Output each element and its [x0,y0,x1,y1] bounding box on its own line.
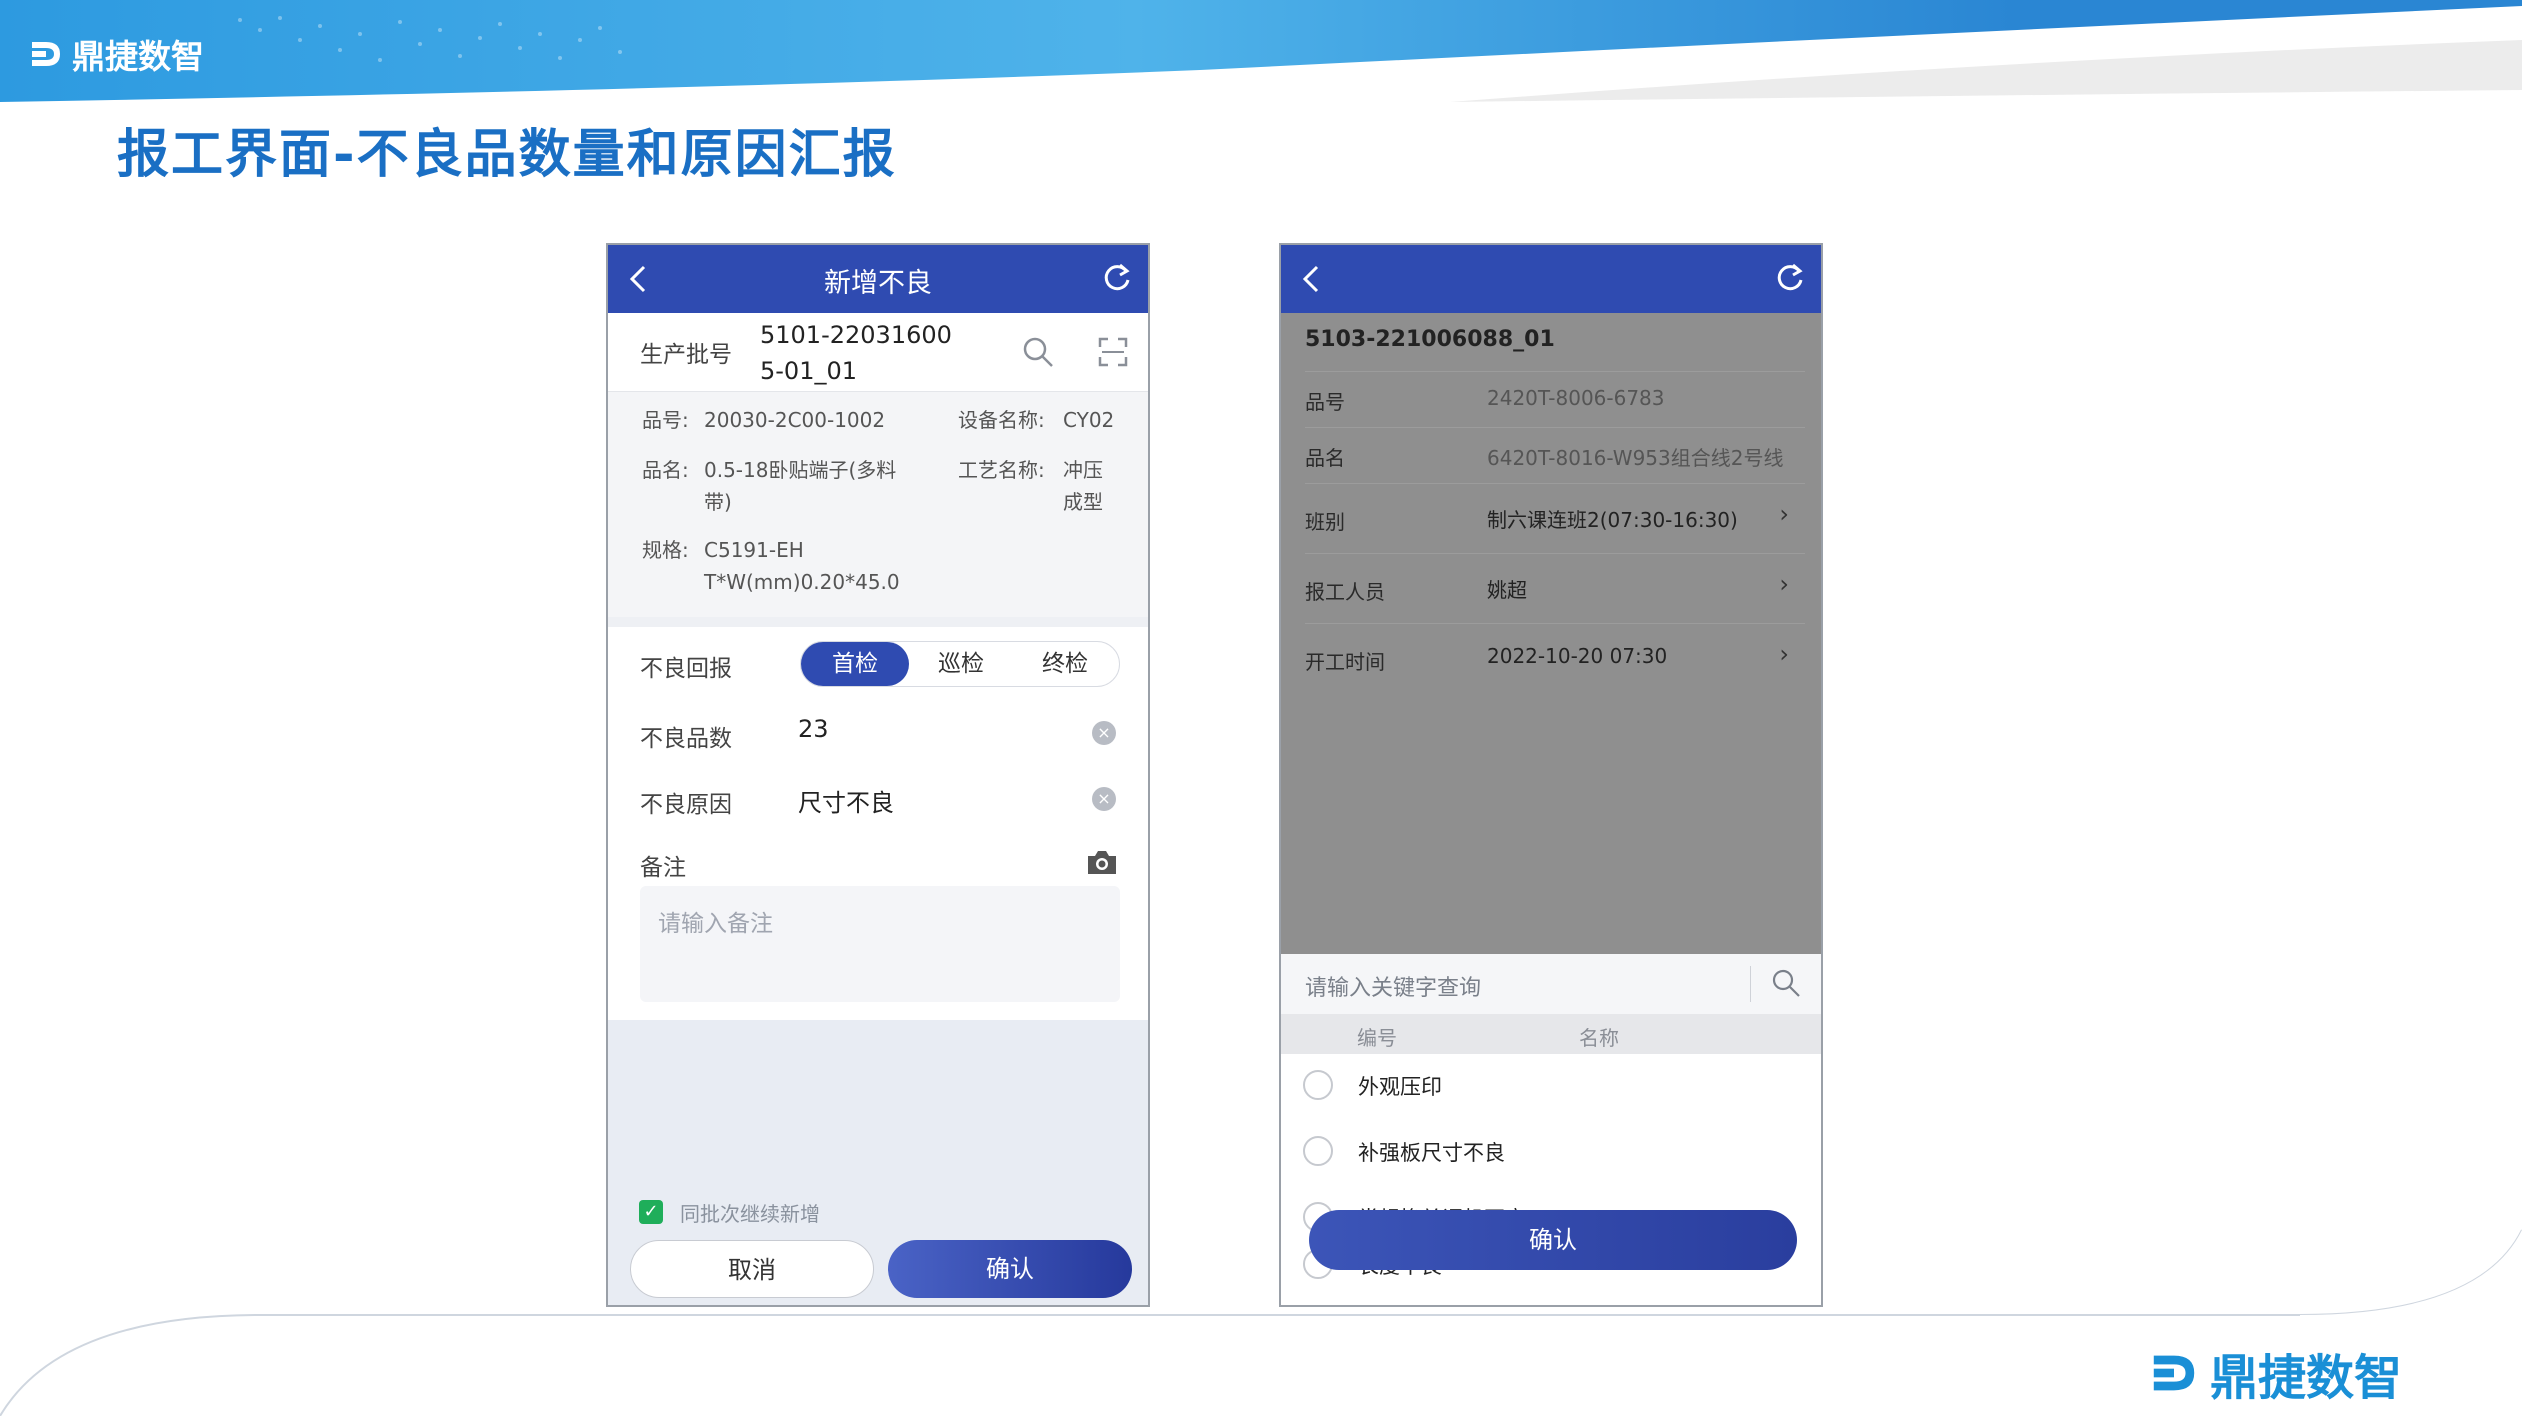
info-row-reporter[interactable]: 报工人员 姚超 › [1305,553,1805,624]
defect-reason-input[interactable]: 尺寸不良 [798,783,894,818]
defect-qty-row: 不良品数 23 × [608,699,1148,766]
radio-button[interactable] [1303,1070,1333,1100]
info-value: 制六课连班2(07:30-16:30) [1487,508,1738,532]
batch-value[interactable]: 5101-220316005-01_01 [760,317,960,389]
part-name-label: 品名: [642,458,689,482]
part-no-value: 20030-2C00-1002 [704,408,886,432]
slide-title: 报工界面-不良品数量和原因汇报 [117,125,897,185]
item-info-panel: 品号: 20030-2C00-1002 设备名称: CY02 品名: 0.5-1… [608,392,1148,617]
info-key: 品号 [1305,390,1345,414]
top-banner [0,0,2522,102]
defect-qty-label: 不良品数 [640,726,732,752]
info-row-shift[interactable]: 班别 制六课连班2(07:30-16:30) › [1305,483,1805,554]
camera-icon[interactable] [1086,848,1118,876]
chevron-right-icon: › [1779,640,1789,668]
info-key: 报工人员 [1305,580,1385,604]
segment-first-inspection[interactable]: 首检 [801,642,909,686]
batch-row: 生产批号 5101-220316005-01_01 [608,313,1148,392]
batch-label: 生产批号 [640,342,732,368]
reason-name: 外观压印 [1358,1075,1442,1099]
device-label: 设备名称: [958,408,1045,432]
col-name: 名称 [1579,1026,1619,1050]
info-key: 班别 [1305,510,1345,534]
remark-textarea[interactable]: 请输入备注 [640,886,1120,1002]
remark-placeholder: 请输入备注 [658,911,773,937]
remark-section: 备注 请输入备注 [608,830,1148,1010]
clear-icon[interactable]: × [1092,721,1116,745]
info-row-part-no: 品号 2420T-8006-6783 [1305,371,1805,428]
device-value: CY02 [1063,408,1115,432]
refresh-icon[interactable] [1100,261,1134,295]
list-item[interactable]: 外观压印 [1281,1054,1821,1120]
brand-mark-icon [32,42,60,66]
defect-reason-label: 不良原因 [640,792,732,818]
chevron-right-icon: › [1779,570,1789,598]
info-key: 品名 [1305,446,1345,470]
radio-button[interactable] [1303,1136,1333,1166]
remark-label: 备注 [640,855,686,881]
info-value: 2022-10-20 07:30 [1487,644,1668,668]
inspection-type-segment: 首检 巡检 终检 [800,641,1120,687]
clear-icon[interactable]: × [1092,787,1116,811]
reason-name: 补强板尺寸不良 [1358,1141,1505,1165]
info-value: 姚超 [1487,578,1527,602]
part-no-label: 品号: [642,408,689,432]
phone-add-defect: 新增不良 生产批号 5101-220316005-01_01 品号: 20030… [606,243,1150,1307]
scan-icon[interactable] [1098,337,1128,367]
nav-bar: 新增不良 [608,245,1148,313]
segment-patrol-inspection[interactable]: 巡检 [909,642,1013,686]
defect-reason-row: 不良原因 尺寸不良 × [608,765,1148,832]
brand-logo-bottom: 鼎捷数智 [2148,1338,2402,1408]
nav-bar [1281,245,1821,313]
process-value: 冲压成型 [1063,458,1103,514]
spec-label: 规格: [642,538,689,562]
brand-name-bottom: 鼎捷数智 [2210,1350,2403,1406]
chevron-right-icon: › [1779,500,1789,528]
batch-header: 5103-221006088_01 [1305,327,1555,352]
info-value: 6420T-8016-W953组合线2号线 [1487,446,1784,470]
brand-name-top: 鼎捷数智 [72,37,204,76]
defect-report-label: 不良回报 [640,656,732,682]
list-item[interactable]: 补强板尺寸不良 [1281,1120,1821,1186]
info-row-part-name: 品名 6420T-8016-W953组合线2号线 [1305,427,1805,484]
segment-final-inspection[interactable]: 终检 [1013,642,1117,686]
defect-qty-input[interactable]: 23 [798,715,829,743]
back-icon[interactable] [1295,261,1329,297]
search-icon[interactable] [1021,335,1055,369]
dimmed-background: 5103-221006088_01 品号 2420T-8006-6783 品名 … [1281,313,1821,954]
brand-logo-top: 鼎捷数智 [28,30,204,78]
info-value: 2420T-8006-6783 [1487,386,1665,410]
search-bar: 请输入关键字查询 [1281,954,1821,1014]
bottom-decoration [0,1229,2522,1416]
info-row-start-time[interactable]: 开工时间 2022-10-20 07:30 › [1305,623,1805,694]
process-label: 工艺名称: [958,458,1045,482]
search-icon[interactable] [1771,968,1801,998]
divider [1750,966,1751,1002]
defect-report-row: 不良回报 首检 巡检 终检 [608,627,1148,700]
phone-select-reason: 5103-221006088_01 品号 2420T-8006-6783 品名 … [1279,243,1823,1307]
info-key: 开工时间 [1305,650,1385,674]
col-code: 编号 [1357,1026,1397,1050]
spec-value: C5191-EH T*W(mm)0.20*45.0 [704,538,900,594]
brand-mark-icon [2153,1355,2195,1391]
page-title: 新增不良 [824,268,932,299]
part-name-value: 0.5-18卧贴端子(多料带) [704,458,897,514]
search-input[interactable]: 请输入关键字查询 [1305,970,1481,1002]
divider [608,617,1148,627]
list-header: 编号 名称 [1281,1014,1821,1054]
refresh-icon[interactable] [1773,261,1807,295]
